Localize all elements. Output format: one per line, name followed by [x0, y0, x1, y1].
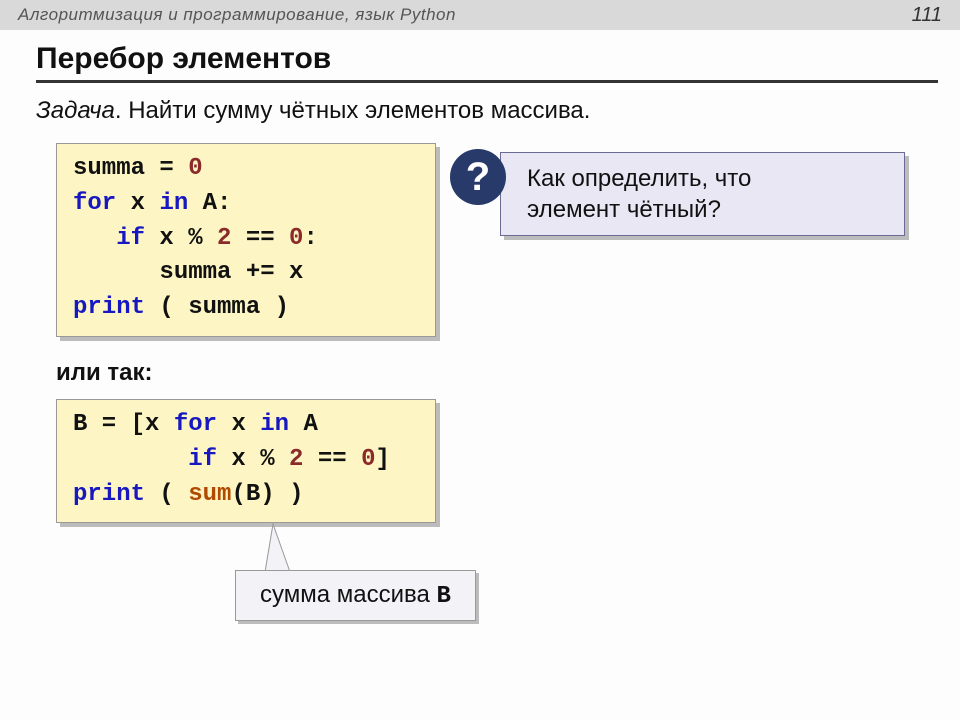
- code-block-2: B = [x for x in A if x % 2 == 0] print (…: [56, 399, 436, 523]
- task-line: Задача. Найти сумму чётных элементов мас…: [36, 97, 938, 125]
- task-label: Задача: [36, 97, 115, 124]
- question-mark-badge: ?: [450, 149, 506, 205]
- slide-heading: Перебор элементов: [36, 42, 938, 83]
- code-block-1: summa = 0 for x in A: if x % 2 == 0: sum…: [56, 143, 436, 337]
- question-line-1: Как определить, что: [527, 163, 890, 194]
- slide-content: Перебор элементов Задача. Найти сумму чё…: [0, 30, 960, 523]
- header-bar: Алгоритмизация и программирование, язык …: [0, 0, 960, 30]
- or-label: или так:: [56, 359, 938, 387]
- task-text: . Найти сумму чётных элементов массива.: [115, 97, 591, 124]
- question-mark-icon: ?: [466, 155, 490, 200]
- sum-callout: сумма массива B: [235, 570, 476, 621]
- sum-callout-var: B: [437, 583, 451, 610]
- question-line-2: элемент чётный?: [527, 194, 890, 225]
- page-number: 111: [912, 4, 942, 27]
- question-callout: Как определить, что элемент чётный?: [500, 152, 905, 236]
- course-title: Алгоритмизация и программирование, язык …: [18, 5, 456, 25]
- sum-callout-text: сумма массива: [260, 581, 437, 608]
